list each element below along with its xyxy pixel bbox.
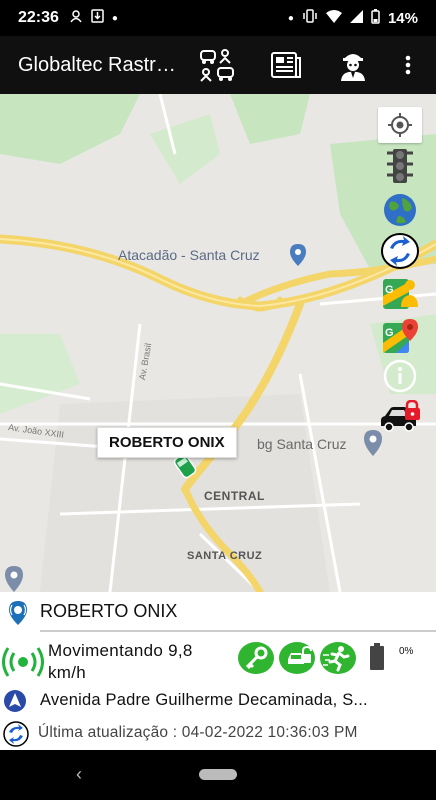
device-battery-percent: 0% <box>399 646 414 657</box>
map-view[interactable]: Atacadão - Santa Cruz Av. Brasil Av. Joã… <box>0 94 436 592</box>
movement-status: Movimentando 9,8 km/h <box>48 641 193 682</box>
dot-icon: ● <box>287 12 294 24</box>
user-profile-icon[interactable] <box>333 46 373 84</box>
address-row: Avenida Padre Guilherme Decaminada, S... <box>0 688 436 714</box>
system-navigation-bar: ‹ <box>0 750 436 800</box>
back-icon[interactable]: ‹ <box>76 764 82 785</box>
vibrate-icon <box>302 9 318 27</box>
app-title: Globaltec Rastreamento <box>18 53 183 76</box>
notification-icon <box>69 9 83 27</box>
map-label-central: CENTRAL <box>204 489 265 503</box>
overflow-menu-icon[interactable] <box>390 46 426 84</box>
dot-icon: ● <box>111 12 118 24</box>
vehicle-name-tag[interactable]: ROBERTO ONIX <box>97 427 237 458</box>
battery-percent: 14% <box>387 9 418 27</box>
download-icon <box>91 9 104 27</box>
svg-text:G: G <box>385 327 394 339</box>
vehicle-address: Avenida Padre Guilherme Decaminada, S... <box>40 691 368 709</box>
map-label-atacadao: Atacadão - Santa Cruz <box>118 247 260 263</box>
map-base <box>0 94 436 592</box>
status-time: 22:36 <box>18 9 59 26</box>
report-icon[interactable] <box>266 46 306 84</box>
wifi-icon <box>325 9 342 27</box>
home-pill[interactable] <box>199 769 237 780</box>
location-pin-icon <box>6 600 30 631</box>
info-icon[interactable] <box>378 358 422 394</box>
my-location-button[interactable] <box>378 107 422 143</box>
vehicle-name: ROBERTO ONIX <box>40 601 178 621</box>
traffic-light-icon[interactable] <box>378 148 422 184</box>
fleet-vehicles-icon[interactable] <box>197 46 237 84</box>
navigation-arrow-icon <box>3 689 27 718</box>
refresh-icon[interactable] <box>378 233 422 269</box>
map-label-santa-cruz: SANTA CRUZ <box>187 550 263 562</box>
divider <box>40 630 436 632</box>
battery-icon <box>371 8 380 28</box>
app-bar: Globaltec Rastreamento <box>0 36 436 94</box>
vehicle-row: ROBERTO ONIX <box>0 598 436 628</box>
google-maps-icon[interactable]: G <box>378 318 422 354</box>
last-update-row: Última atualização : 04-02-2022 10:36:03… <box>0 719 436 747</box>
gps-signal-icon <box>2 646 44 683</box>
ignition-key-icon <box>238 642 274 679</box>
movement-row: Movimentando 9,8 km/h 0% <box>0 636 436 690</box>
map-label-bg-santa-cruz: bg Santa Cruz <box>257 436 347 452</box>
driver-running-icon <box>320 642 356 679</box>
vehicle-unlocked-icon <box>279 642 315 679</box>
globe-icon[interactable] <box>378 192 422 228</box>
vehicle-lock-icon[interactable] <box>378 400 422 436</box>
google-street-view-icon[interactable]: G <box>378 276 422 312</box>
device-battery-icon <box>369 643 385 676</box>
last-update-text: Última atualização : 04-02-2022 10:36:03… <box>38 724 358 741</box>
vehicle-info-panel: ROBERTO ONIX Movimentando 9,8 km/h 0% Av… <box>0 592 436 750</box>
update-sync-icon <box>3 721 29 752</box>
signal-icon <box>349 9 363 27</box>
status-bar: 22:36 ● ● 14% <box>0 0 436 36</box>
svg-text:G: G <box>385 284 394 296</box>
